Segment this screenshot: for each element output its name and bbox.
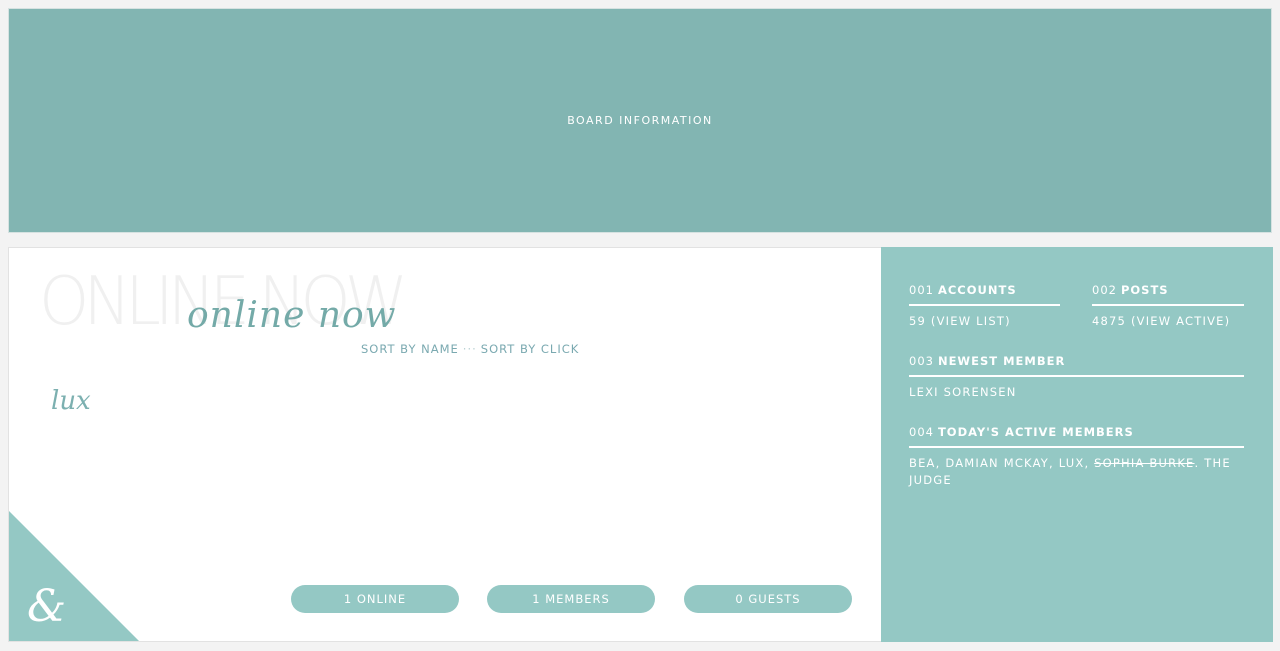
board-information-banner: BOARD INFORMATION	[8, 8, 1272, 233]
guests-count-badge: 0 GUESTS	[684, 585, 852, 613]
active-member-link[interactable]: LUX	[1059, 456, 1085, 470]
list-separator: ,	[1049, 456, 1059, 470]
stat-number: 001	[909, 283, 934, 297]
newest-member-link[interactable]: LEXI SORENSEN	[909, 385, 1017, 399]
active-member-link-struck[interactable]: SOPHIA BURKE	[1094, 456, 1194, 470]
stat-label: NEWEST MEMBER	[937, 354, 1066, 368]
stat-label: ACCOUNTS	[937, 283, 1017, 297]
stat-posts: 002 POSTS 4875 (VIEW ACTIVE)	[1092, 283, 1244, 330]
stat-number: 004	[909, 425, 934, 439]
stat-active-members: 004 TODAY'S ACTIVE MEMBERS BEA, DAMIAN MC…	[909, 425, 1244, 489]
stat-accounts: 001 ACCOUNTS 59 (VIEW LIST)	[909, 283, 1060, 330]
sort-links: SORT BY NAME ··· SORT BY CLICK	[361, 342, 579, 356]
online-now-script-title: online now	[187, 295, 397, 336]
members-count-badge: 1 MEMBERS	[487, 585, 655, 613]
sort-separator: ···	[462, 342, 477, 356]
board-stats-panel: 001 ACCOUNTS 59 (VIEW LIST) 002 POSTS 4875…	[881, 247, 1273, 642]
online-count-badge: 1 ONLINE	[291, 585, 459, 613]
active-members-list: BEA, DAMIAN MCKAY, LUX, SOPHIA BURKE. TH…	[909, 455, 1244, 489]
stat-number: 002	[1092, 283, 1117, 297]
list-separator: ,	[935, 456, 946, 470]
sort-by-name-link[interactable]: SORT BY NAME	[361, 342, 459, 356]
board-information-title: BOARD INFORMATION	[567, 114, 713, 127]
stat-newest-heading: 003 NEWEST MEMBER	[909, 354, 1244, 377]
stat-accounts-heading: 001 ACCOUNTS	[909, 283, 1060, 306]
sort-by-click-link[interactable]: SORT BY CLICK	[481, 342, 580, 356]
posts-count: 4875	[1092, 314, 1127, 328]
accounts-count: 59	[909, 314, 927, 328]
list-separator: .	[1194, 456, 1205, 470]
stat-posts-value: 4875 (VIEW ACTIVE)	[1092, 313, 1244, 330]
online-user-link[interactable]: lux	[51, 386, 91, 416]
view-list-link[interactable]: (VIEW LIST)	[931, 314, 1011, 328]
list-separator: ,	[1084, 456, 1095, 470]
ampersand-logo: &	[27, 581, 67, 632]
online-now-panel: ONLINE NOW online now SORT BY NAME ··· SOR…	[8, 247, 882, 642]
stat-number: 003	[909, 354, 934, 368]
active-member-link[interactable]: BEA	[909, 456, 936, 470]
stat-label: POSTS	[1120, 283, 1169, 297]
active-member-link[interactable]: DAMIAN MCKAY	[945, 456, 1049, 470]
stat-newest-value: LEXI SORENSEN	[909, 384, 1244, 401]
stat-newest-member: 003 NEWEST MEMBER LEXI SORENSEN	[909, 354, 1244, 401]
stat-active-heading: 004 TODAY'S ACTIVE MEMBERS	[909, 425, 1244, 448]
stat-accounts-value: 59 (VIEW LIST)	[909, 313, 1060, 330]
view-active-link[interactable]: (VIEW ACTIVE)	[1131, 314, 1230, 328]
stat-posts-heading: 002 POSTS	[1092, 283, 1244, 306]
stat-label: TODAY'S ACTIVE MEMBERS	[937, 425, 1134, 439]
